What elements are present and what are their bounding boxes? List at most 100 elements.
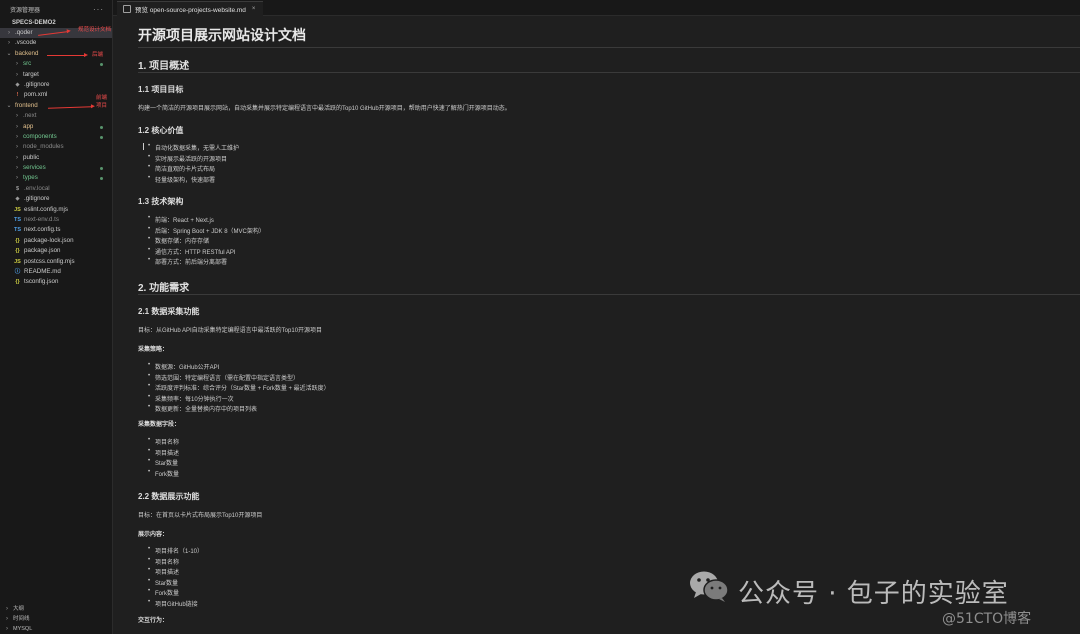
interaction-label: 交互行为： xyxy=(138,618,169,624)
section-2-1-heading: 2.1 数据采集功能 xyxy=(138,307,200,316)
file-type-icon: ! xyxy=(16,92,19,99)
tree-item-label: .qoder xyxy=(15,29,33,36)
list-item: 项目名称 xyxy=(148,437,179,446)
git-status-dot xyxy=(100,125,103,129)
tree-item-label: .env.local xyxy=(24,184,50,192)
tree-item-label: tsconfig.json xyxy=(24,278,59,286)
markdown-preview: 开源项目展示网站设计文档 1. 项目概述 1.1 项目目标 构建一个简洁的开源项… xyxy=(113,16,1080,634)
file-type-icon: $ xyxy=(15,185,20,192)
close-icon[interactable]: × xyxy=(252,6,256,12)
tree-item-label: .next xyxy=(23,112,37,120)
list-item: 项目排名（1-10） xyxy=(148,546,203,555)
tree-item-label: README.md xyxy=(24,267,61,275)
list-item: 项目名称 xyxy=(148,557,179,566)
tree-item[interactable]: › target xyxy=(0,70,112,80)
tree-item[interactable]: › .vscode xyxy=(0,38,112,48)
tree-item[interactable]: TS next.config.ts xyxy=(0,225,112,235)
file-type-icon: ⓘ xyxy=(14,268,21,275)
tree-item[interactable]: {} package-lock.json xyxy=(0,236,112,246)
tree-item[interactable]: › types xyxy=(0,173,112,183)
chevron-right-icon: › xyxy=(16,175,18,182)
tree-item[interactable]: ◆ .gitignore xyxy=(0,80,112,90)
tree-item[interactable]: › app xyxy=(0,122,112,132)
chevron-right-icon: › xyxy=(16,154,18,161)
tree-item-label: package.json xyxy=(24,247,61,255)
tree-item[interactable]: › services xyxy=(0,163,112,173)
tree-item[interactable]: JS eslint.config.mjs xyxy=(0,205,112,215)
list-item: 数据存储：内存存储 xyxy=(148,236,209,245)
list-item: 数据更新：全量替换内存中的项目列表 xyxy=(148,404,257,413)
section-2-2-goal: 目标：在首页以卡片式布局展示Top10开源项目 xyxy=(138,513,263,519)
list-item: 通信方式：HTTP RESTful API xyxy=(148,247,236,256)
explorer-header: 资源管理器 ··· xyxy=(0,0,112,18)
tree-item[interactable]: {} package.json xyxy=(0,246,112,256)
more-actions-icon[interactable]: ··· xyxy=(93,5,104,14)
chevron-right-icon: › xyxy=(16,123,18,130)
sidebar-section-label: 大纲 xyxy=(13,605,25,612)
doc-title: 开源项目展示网站设计文档 xyxy=(138,27,306,43)
chevron-right-icon: › xyxy=(16,133,18,140)
editor-tabbar: 预览 open-source-projects-website.md × xyxy=(113,0,1080,16)
tree-item[interactable]: › components xyxy=(0,132,112,142)
tree-item-label: target xyxy=(23,70,39,78)
list-item: 前端：React + Next.js xyxy=(148,215,214,224)
tree-item-label: services xyxy=(23,164,46,172)
file-type-icon: {} xyxy=(15,248,20,255)
tree-item[interactable]: ⓘ README.md xyxy=(0,267,112,277)
tree-item[interactable]: › public xyxy=(0,153,112,163)
tree-item-label: next.config.ts xyxy=(24,226,61,234)
section-1-heading: 1. 项目概述 xyxy=(138,61,190,72)
annotation-arrow xyxy=(47,53,88,57)
section-2-heading: 2. 功能需求 xyxy=(138,283,190,294)
tree-item-label: src xyxy=(23,60,32,68)
content-label: 展示内容： xyxy=(138,532,169,538)
sidebar-section[interactable]: › 大纲 xyxy=(0,604,113,614)
sidebar-section[interactable]: › 时间线 xyxy=(0,614,113,624)
tree-item[interactable]: › .next xyxy=(0,111,112,121)
chevron-right-icon: › xyxy=(16,144,18,151)
tree-item-label: pom.xml xyxy=(24,91,48,99)
section-2-1-goal: 目标：从GitHub API自动采集特定编程语言中最活跃的Top10开源项目 xyxy=(138,328,323,334)
file-type-icon: ◆ xyxy=(15,196,20,203)
chevron-down-icon: ⌄ xyxy=(6,102,12,109)
wechat-icon xyxy=(690,571,729,602)
tab-preview[interactable]: 预览 open-source-projects-website.md × xyxy=(117,1,264,16)
tree-item[interactable]: ◆ .gitignore xyxy=(0,194,112,204)
list-item: Star数量 xyxy=(148,578,178,587)
tree-item[interactable]: TS next-env.d.ts xyxy=(0,215,112,225)
annotation-spec-docs: 规范设计文档 xyxy=(78,27,112,33)
annotation-backend: 后端 xyxy=(92,52,104,58)
section-1-1-text: 构建一个简洁的开源项目展示网站，自动采集并展示特定编程语言中最活跃的Top10 … xyxy=(138,106,511,112)
list-item: 轻量级架构，快速部署 xyxy=(148,175,215,184)
tree-item[interactable]: JS postcss.config.mjs xyxy=(0,257,112,267)
file-type-icon: TS xyxy=(14,217,22,224)
tree-item[interactable]: › node_modules xyxy=(0,142,112,152)
tree-item-label: components xyxy=(23,132,57,140)
section-2-2-heading: 2.2 数据展示功能 xyxy=(138,492,200,501)
section-1-2-heading: 1.2 核心价值 xyxy=(138,126,184,135)
file-type-icon: {} xyxy=(15,237,20,244)
explorer-title: 资源管理器 xyxy=(10,7,41,14)
section-1-3-heading: 1.3 技术架构 xyxy=(138,197,184,206)
list-item: 筛选范围：特定编程语言（需在配置中指定语言类型） xyxy=(148,373,299,382)
sidebar-section[interactable]: › MYSQL xyxy=(0,624,113,634)
git-status-dot xyxy=(100,63,103,67)
tree-item-label: postcss.config.mjs xyxy=(24,257,75,265)
section-1-1-heading: 1.1 项目目标 xyxy=(138,85,184,94)
chevron-right-icon: › xyxy=(6,625,8,632)
file-type-icon: JS xyxy=(14,258,21,265)
preview-icon xyxy=(123,5,131,13)
tree-item[interactable]: {} tsconfig.json xyxy=(0,277,112,287)
tree-item[interactable]: › src xyxy=(0,59,112,69)
list-item: 后端：Spring Boot + JDK 8（MVC架构） xyxy=(148,226,265,235)
file-type-icon: {} xyxy=(15,279,20,286)
list-item: 项目GitHub链接 xyxy=(148,599,198,608)
tree-item-label: app xyxy=(23,122,34,130)
tree-item[interactable]: $ .env.local xyxy=(0,184,112,194)
sidebar-section-label: MYSQL xyxy=(13,625,33,632)
chevron-right-icon: › xyxy=(16,61,18,68)
tree-item-label: backend xyxy=(15,49,39,57)
file-type-icon: ◆ xyxy=(15,81,20,88)
sidebar-section-label: 时间线 xyxy=(13,615,30,622)
explorer-sidebar: 资源管理器 ··· SPECS-DEMO2 › .qoder › .vscode ⌄ ba… xyxy=(0,0,113,634)
